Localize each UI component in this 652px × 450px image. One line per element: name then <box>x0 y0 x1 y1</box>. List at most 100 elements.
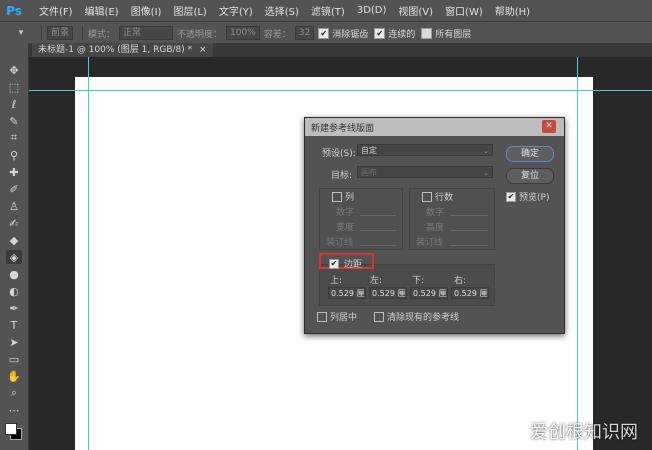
columns-number-input[interactable] <box>360 215 396 216</box>
clear-guides-label: 清除现有的参考线 <box>387 313 460 323</box>
bottom-margin-input[interactable]: 0.529 厘米 <box>410 287 448 299</box>
columns-width-input[interactable] <box>360 230 396 231</box>
marquee-tool-icon[interactable]: ⬚ <box>6 80 22 94</box>
menu-3d[interactable]: 3D(D) <box>351 5 393 16</box>
guide-vertical-left[interactable] <box>88 57 89 450</box>
columns-checkbox[interactable]: 列 <box>332 190 354 203</box>
foreground-color-swatch[interactable] <box>5 423 17 435</box>
tolerance-input[interactable]: 32 <box>294 26 315 40</box>
dodge-tool-icon[interactable]: ◐ <box>6 284 22 298</box>
rectangle-tool-icon[interactable]: ▭ <box>6 352 22 366</box>
guide-horizontal[interactable] <box>29 90 652 91</box>
center-columns-label: 列居中 <box>330 313 358 323</box>
dialog-title-bar[interactable]: 新建参考线版面 ✕ <box>305 118 564 136</box>
menu-filter[interactable]: 滤镜(T) <box>305 3 351 18</box>
target-select[interactable]: 画布 ⌄ <box>357 166 493 178</box>
top-margin-label: 上: <box>330 276 343 286</box>
rows-gutter-input[interactable] <box>450 245 488 246</box>
menu-type[interactable]: 文字(Y) <box>213 3 259 18</box>
brush-tool-icon[interactable]: ✐ <box>6 182 22 196</box>
clone-stamp-tool-icon[interactable]: ♙ <box>6 199 22 213</box>
fill-source-select[interactable]: 前景 <box>47 26 74 40</box>
opacity-input[interactable]: 100% <box>226 26 260 40</box>
clear-guides-checkbox[interactable]: 清除现有的参考线 <box>374 310 459 323</box>
preset-select[interactable]: 自定 ⌄ <box>357 144 493 156</box>
right-margin-input[interactable]: 0.529 厘米 <box>451 287 489 299</box>
history-brush-tool-icon[interactable]: ✍ <box>6 216 22 230</box>
healing-brush-tool-icon[interactable]: ✚ <box>6 165 22 179</box>
columns-number-label: 数字 <box>336 208 355 218</box>
photoshop-logo-icon: Ps <box>6 3 22 18</box>
opacity-value: 100% <box>226 26 260 40</box>
unchecked-box-icon <box>374 311 384 322</box>
menu-view[interactable]: 视图(V) <box>392 3 439 18</box>
antialias-checkbox[interactable]: ✔ 消除锯齿 <box>318 27 368 40</box>
menu-edit[interactable]: 编辑(E) <box>79 3 125 18</box>
unchecked-box-icon <box>422 191 432 202</box>
margins-group: 上: 左: 下: 右: 0.529 厘米 0.529 厘米 0.529 厘米 0… <box>319 264 495 306</box>
unchecked-box-icon <box>332 191 342 202</box>
lasso-tool-icon[interactable]: ℓ <box>6 97 22 111</box>
unchecked-box-icon <box>317 311 327 322</box>
eyedropper-tool-icon[interactable]: ⚲ <box>6 148 22 162</box>
rows-checkbox[interactable]: 行数 <box>422 190 453 203</box>
margin-label: 边距 <box>344 260 363 270</box>
quick-select-tool-icon[interactable]: ✎ <box>6 114 22 128</box>
contiguous-checkbox[interactable]: ✔ 连续的 <box>374 27 415 40</box>
bottom-margin-label: 下: <box>412 276 425 286</box>
guide-vertical-right[interactable] <box>577 57 578 450</box>
type-tool-icon[interactable]: T <box>6 318 22 332</box>
check-icon: ✔ <box>506 191 516 202</box>
target-label: 目标: <box>331 171 353 181</box>
reset-button[interactable]: 复位 <box>506 168 554 184</box>
zoom-tool-icon[interactable]: ⌕ <box>6 386 22 400</box>
divider <box>82 26 84 40</box>
close-tab-icon[interactable]: × <box>199 45 207 55</box>
paint-bucket-tool-icon[interactable]: ◈ <box>6 250 22 264</box>
tolerance-value: 32 <box>294 26 315 40</box>
all-layers-checkbox[interactable]: 所有图层 <box>421 27 471 40</box>
menu-file[interactable]: 文件(F) <box>33 3 79 18</box>
preset-value: 自定 <box>361 146 377 155</box>
divider <box>41 26 42 40</box>
new-guide-layout-dialog: 新建参考线版面 ✕ 预设(S): 自定 ⌄ 目标: 画布 ⌄ 列 数字 宽度 装… <box>304 117 565 334</box>
tool-preset-picker[interactable]: ▾ <box>6 25 36 41</box>
close-icon[interactable]: ✕ <box>542 120 556 133</box>
left-margin-input[interactable]: 0.529 厘米 <box>369 287 407 299</box>
eraser-tool-icon[interactable]: ◆ <box>6 233 22 247</box>
path-select-tool-icon[interactable]: ➤ <box>6 335 22 349</box>
move-tool-icon[interactable]: ✥ <box>6 63 22 77</box>
mode-select[interactable]: 正常 <box>119 26 174 40</box>
blur-tool-icon[interactable]: ● <box>6 267 22 281</box>
crop-tool-icon[interactable]: ⌗ <box>6 131 22 145</box>
document-tab[interactable]: 未标题-1 @ 100% (图层 1, RGB/8) * × <box>32 43 213 57</box>
pen-tool-icon[interactable]: ✒ <box>6 301 22 315</box>
menu-image[interactable]: 图像(I) <box>125 3 168 18</box>
rows-height-input[interactable] <box>450 230 488 231</box>
menu-select[interactable]: 选择(S) <box>259 3 305 18</box>
all-layers-label: 所有图层 <box>435 29 472 40</box>
preview-checkbox[interactable]: ✔ 预览(P) <box>506 190 549 203</box>
rows-number-input[interactable] <box>450 215 488 216</box>
fill-source-value: 前景 <box>47 26 74 40</box>
contiguous-label: 连续的 <box>388 29 416 40</box>
preset-label: 预设(S): <box>322 149 356 159</box>
top-margin-input[interactable]: 0.529 厘米 <box>328 287 366 299</box>
menu-layer[interactable]: 图层(L) <box>167 3 212 18</box>
right-margin-label: 右: <box>454 276 467 286</box>
more-tools-icon[interactable]: ⋯ <box>6 403 22 417</box>
margin-checkbox[interactable]: ✔ 边距 <box>329 257 362 270</box>
ok-button[interactable]: 确定 <box>506 146 554 162</box>
preview-label: 预览(P) <box>519 193 550 203</box>
hand-tool-icon[interactable]: ✋ <box>6 369 22 383</box>
columns-width-label: 宽度 <box>336 223 355 233</box>
chevron-down-icon: ⌄ <box>483 147 489 155</box>
columns-gutter-input[interactable] <box>360 245 396 246</box>
menu-help[interactable]: 帮助(H) <box>489 3 536 18</box>
rows-label: 行数 <box>435 193 454 203</box>
left-margin-label: 左: <box>370 276 383 286</box>
center-columns-checkbox[interactable]: 列居中 <box>317 310 357 323</box>
menu-window[interactable]: 窗口(W) <box>439 3 489 18</box>
columns-group: 列 数字 宽度 装订线 <box>319 188 403 250</box>
paint-bucket-icon: ▾ <box>18 28 24 38</box>
